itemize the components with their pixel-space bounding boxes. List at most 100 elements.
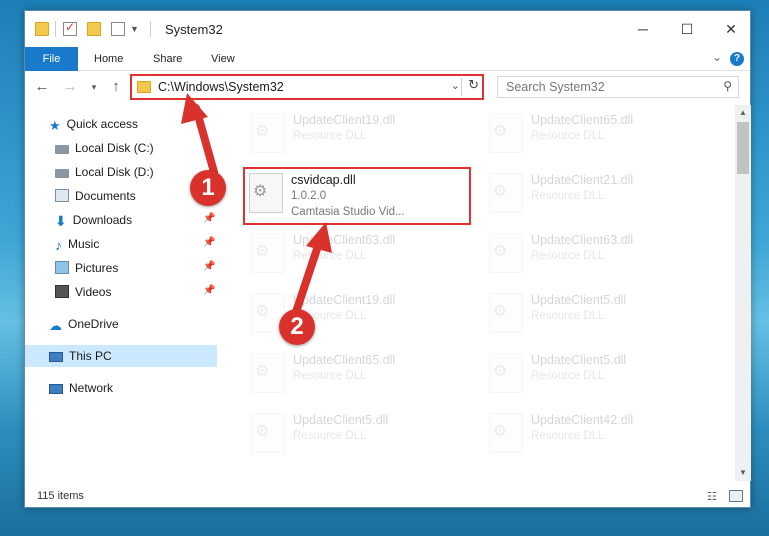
- search-box[interactable]: Search System32 ⚲: [497, 76, 739, 98]
- scroll-thumb[interactable]: [737, 122, 749, 174]
- sidebar-item-this-pc[interactable]: This PC: [25, 345, 217, 367]
- sidebar-item-label: This PC: [69, 349, 112, 363]
- sidebar-item-label: Network: [69, 381, 114, 395]
- sidebar-item-pictures[interactable]: Pictures: [55, 257, 118, 279]
- title-bar: ✓ ▼ System32 ─ ☐ ✕: [25, 11, 750, 47]
- search-input[interactable]: Search System32: [506, 80, 605, 94]
- file-name: csvidcap.dll: [291, 173, 356, 187]
- address-path[interactable]: C:\Windows\System32: [158, 80, 284, 94]
- tab-view[interactable]: View: [211, 47, 235, 71]
- file-item[interactable]: ⚙ UpdateClient63.dll Resource DLL: [245, 227, 475, 285]
- pin-icon[interactable]: 📌: [203, 261, 215, 272]
- help-icon[interactable]: ?: [730, 52, 744, 66]
- file-item[interactable]: ⚙ UpdateClient5.dll Resource DLL: [483, 347, 713, 405]
- navigation-pane: ★ Quick access Local Disk (C:) Local Disk…: [25, 105, 218, 481]
- tab-file[interactable]: File: [25, 47, 78, 71]
- file-item[interactable]: ⚙ UpdateClient19.dll Resource DLL: [245, 287, 475, 345]
- customize-toolbar-icon[interactable]: [111, 22, 125, 36]
- sidebar-item-videos[interactable]: Videos: [55, 281, 111, 303]
- scroll-down-icon[interactable]: ▼: [735, 465, 751, 481]
- navigation-bar: ← → ▾ ↑ C:\Windows\System32 ⌄ ↻ Search S…: [25, 72, 750, 102]
- tab-share[interactable]: Share: [153, 47, 182, 71]
- up-button[interactable]: ↑: [107, 77, 125, 97]
- pin-icon[interactable]: 📌: [203, 285, 215, 296]
- minimize-button[interactable]: ─: [633, 19, 653, 39]
- sidebar-item-downloads[interactable]: ⬇ Downloads: [55, 209, 132, 231]
- gear-icon: ⚙: [255, 423, 270, 440]
- recent-locations-button[interactable]: ▾: [85, 77, 103, 97]
- details-view-icon[interactable]: ☷: [707, 490, 721, 503]
- file-item[interactable]: ⚙ UpdateClient65.dll Resource DLL: [483, 107, 713, 165]
- pictures-icon: [55, 261, 69, 274]
- file-description: Resource DLL: [293, 430, 367, 442]
- gear-icon: ⚙: [493, 183, 508, 200]
- gear-icon: ⚙: [493, 123, 508, 140]
- item-count: 115 items: [37, 490, 84, 502]
- pc-icon: [49, 352, 63, 362]
- file-description: Resource DLL: [531, 130, 605, 142]
- gear-icon: ⚙: [493, 243, 508, 260]
- sidebar-item-quick-access[interactable]: ★ Quick access: [49, 113, 138, 135]
- sidebar-item-documents[interactable]: Documents: [55, 185, 136, 207]
- download-icon: ⬇: [55, 213, 67, 229]
- close-button[interactable]: ✕: [721, 19, 741, 39]
- file-item-csvidcap[interactable]: ⚙ csvidcap.dll 1.0.2.0 Camtasia Studio V…: [243, 167, 471, 225]
- file-list: ⚙ UpdateClient19.dll Resource DLL ⚙ Upda…: [235, 105, 733, 481]
- back-button[interactable]: ←: [33, 77, 51, 97]
- folder-icon: [35, 22, 49, 36]
- file-name: UpdateClient42.dll: [531, 413, 634, 427]
- videos-icon: [55, 285, 69, 298]
- file-item[interactable]: ⚙ UpdateClient21.dll Resource DLL: [483, 167, 713, 225]
- sidebar-item-network[interactable]: Network: [49, 377, 113, 399]
- address-bar[interactable]: C:\Windows\System32 ⌄ ↻: [130, 74, 484, 100]
- scroll-up-icon[interactable]: ▲: [735, 105, 751, 121]
- file-item[interactable]: ⚙ UpdateClient5.dll Resource DLL: [483, 287, 713, 345]
- sidebar-item-local-disk-c[interactable]: Local Disk (C:): [55, 137, 154, 159]
- gear-icon: ⚙: [493, 303, 508, 320]
- file-item[interactable]: ⚙ UpdateClient63.dll Resource DLL: [483, 227, 713, 285]
- vertical-scrollbar[interactable]: ▲ ▼: [735, 105, 751, 481]
- file-description: Resource DLL: [293, 370, 367, 382]
- file-item[interactable]: ⚙ UpdateClient5.dll Resource DLL: [245, 407, 475, 465]
- folder-icon: [137, 81, 151, 93]
- chevron-down-icon[interactable]: ⌄: [451, 79, 460, 92]
- file-name: UpdateClient63.dll: [531, 233, 634, 247]
- file-name: UpdateClient65.dll: [531, 113, 634, 127]
- expand-ribbon-icon[interactable]: ⌄: [712, 50, 722, 64]
- file-description: Resource DLL: [531, 190, 605, 202]
- tab-home[interactable]: Home: [94, 47, 123, 71]
- file-description: Resource DLL: [531, 370, 605, 382]
- explorer-window: ✓ ▼ System32 ─ ☐ ✕ File Home Share View …: [24, 10, 751, 508]
- chevron-down-icon[interactable]: ▼: [130, 22, 144, 36]
- file-name: UpdateClient5.dll: [293, 413, 389, 427]
- pin-icon[interactable]: 📌: [203, 213, 215, 224]
- maximize-button[interactable]: ☐: [677, 19, 697, 39]
- sidebar-item-local-disk-d[interactable]: Local Disk (D:): [55, 161, 154, 183]
- refresh-icon[interactable]: ↻: [468, 77, 479, 93]
- gear-icon: ⚙: [255, 123, 270, 140]
- gear-icon: ⚙: [493, 363, 508, 380]
- music-icon: ♪: [55, 237, 62, 253]
- sidebar-item-music[interactable]: ♪ Music: [55, 233, 99, 255]
- file-item[interactable]: ⚙ UpdateClient65.dll Resource DLL: [245, 347, 475, 405]
- search-icon[interactable]: ⚲: [723, 79, 732, 93]
- network-icon: [49, 384, 63, 394]
- properties-icon[interactable]: ✓: [63, 20, 77, 36]
- file-description: Resource DLL: [531, 430, 605, 442]
- sidebar-item-label: Music: [68, 237, 100, 251]
- large-icons-view-icon[interactable]: [729, 490, 743, 502]
- file-name: UpdateClient19.dll: [293, 293, 396, 307]
- sidebar-item-label: Documents: [75, 189, 136, 203]
- forward-button[interactable]: →: [61, 77, 79, 97]
- file-item[interactable]: ⚙ UpdateClient19.dll Resource DLL: [245, 107, 475, 165]
- sidebar-item-onedrive[interactable]: ☁ OneDrive: [49, 313, 119, 335]
- pin-icon[interactable]: 📌: [203, 237, 215, 248]
- documents-icon: [55, 189, 69, 202]
- sidebar-item-label: OneDrive: [68, 317, 119, 331]
- new-folder-icon[interactable]: [87, 22, 101, 36]
- gear-icon: ⚙: [493, 423, 508, 440]
- file-name: UpdateClient63.dll: [293, 233, 396, 247]
- file-item[interactable]: ⚙ UpdateClient42.dll Resource DLL: [483, 407, 713, 465]
- sidebar-item-label: Pictures: [75, 261, 119, 275]
- file-name: UpdateClient19.dll: [293, 113, 396, 127]
